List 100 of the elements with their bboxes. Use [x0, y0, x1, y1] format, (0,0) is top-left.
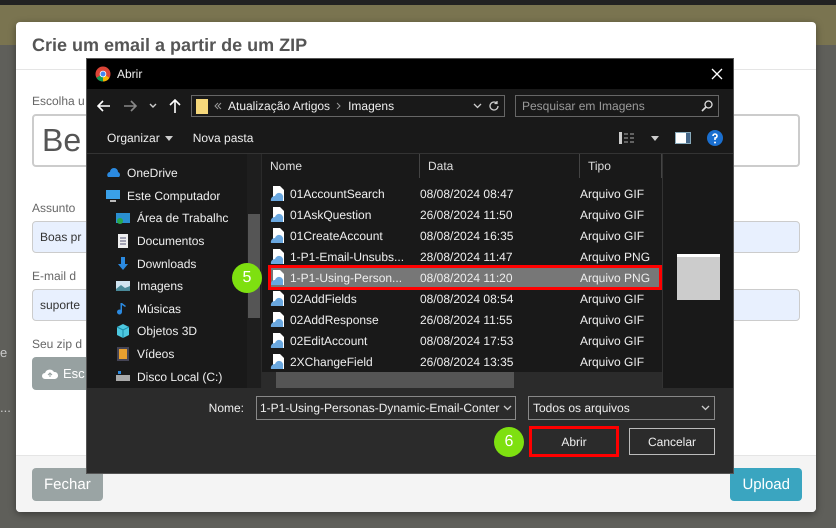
file-name: 01AskQuestion [290, 208, 372, 222]
file-date: 08/08/2024 17:53 [420, 334, 514, 348]
refresh-icon[interactable] [488, 100, 500, 112]
back-button[interactable] [95, 98, 113, 114]
browser-icon [95, 66, 111, 82]
chevron-down-icon [149, 103, 157, 109]
field-label: E-mail d [32, 269, 76, 283]
file-row[interactable]: 02EditAccount 08/08/2024 17:53 Arquivo GIF [270, 330, 660, 351]
file-date: 08/08/2024 16:35 [420, 228, 514, 242]
file-date: 28/08/2024 11:47 [420, 250, 514, 264]
downloads-icon [115, 256, 131, 272]
close-icon [711, 68, 723, 80]
folder-icon [196, 98, 208, 114]
up-arrow-icon [169, 99, 181, 113]
search-icon [701, 100, 713, 112]
back-arrow-icon [97, 100, 111, 112]
filename-label: Nome: [208, 401, 244, 415]
caret-icon [164, 136, 173, 140]
file-row[interactable]: 01AskQuestion 26/08/2024 11:50 Arquivo GIF [270, 204, 660, 225]
breadcrumb-item[interactable]: Imagens [348, 99, 394, 113]
nav-item[interactable]: OneDrive [105, 162, 178, 185]
file-name: 2XChangeField [290, 354, 373, 368]
file-type: Arquivo GIF [580, 208, 644, 222]
file-type: Arquivo PNG [580, 270, 650, 284]
desktop-icon [115, 210, 131, 226]
preview-pane-icon[interactable] [675, 132, 691, 144]
column-header[interactable]: Data [420, 154, 580, 178]
column-header[interactable]: Tipo [580, 154, 662, 178]
file-type: Arquivo GIF [580, 186, 644, 200]
field-label: Assunto [32, 201, 76, 215]
nav-item[interactable]: Área de Trabalhc [105, 207, 228, 230]
videos-icon [115, 346, 131, 362]
page-text: e [0, 345, 8, 360]
nav-item[interactable]: Objetos 3D [105, 320, 198, 343]
file-date: 26/08/2024 13:35 [420, 354, 514, 368]
image-file-icon [270, 248, 286, 265]
file-row[interactable]: 01CreateAccount 08/08/2024 16:35 Arquivo GIF [270, 225, 660, 246]
breadcrumb-item[interactable]: Atualização Artigos [228, 99, 330, 113]
file-type-dropdown[interactable]: Todos os arquivos [528, 396, 715, 420]
address-bar[interactable]: Atualização Artigos Imagens [191, 95, 505, 117]
step-badge: 6 [494, 426, 524, 456]
file-row[interactable]: 02AddResponse 26/08/2024 11:55 Arquivo GIF [270, 309, 660, 330]
up-button[interactable] [167, 97, 183, 115]
nav-item[interactable]: Imagens [105, 274, 184, 298]
file-date: 08/08/2024 08:47 [420, 186, 514, 200]
image-file-icon [270, 227, 286, 244]
cancel-button[interactable]: Cancelar [629, 428, 715, 455]
close-button[interactable] [709, 66, 725, 82]
file-type: Arquivo GIF [580, 292, 644, 306]
forward-arrow-icon [123, 100, 137, 112]
computer-icon [105, 188, 121, 204]
file-name: 02AddResponse [290, 312, 379, 326]
search-field[interactable]: Pesquisar em Imagens [515, 95, 719, 117]
filename-field[interactable]: 1-P1-Using-Personas-Dynamic-Email-Conter [256, 396, 516, 420]
file-date: 08/08/2024 08:54 [420, 292, 514, 306]
image-file-icon [270, 311, 286, 328]
file-date: 26/08/2024 11:50 [420, 208, 514, 222]
image-preview [676, 254, 720, 300]
breadcrumb-separator-icon [336, 102, 342, 110]
nav-item[interactable]: Músicas [105, 298, 182, 320]
file-name: 01CreateAccount [290, 228, 383, 242]
file-type: Arquivo GIF [580, 312, 644, 326]
file-type: Arquivo GIF [580, 334, 644, 348]
step-badge: 5 [232, 262, 262, 292]
file-date: 08/08/2024 11:20 [420, 270, 514, 284]
field-label: Escolha u [32, 94, 85, 108]
nav-item[interactable]: Este Computador [105, 184, 220, 208]
file-type: Arquivo GIF [580, 228, 644, 242]
image-file-icon [270, 206, 286, 223]
file-name: 1-P1-Using-Person... [290, 270, 402, 284]
file-row[interactable]: 01AccountSearch 08/08/2024 08:47 Arquivo GIF [270, 183, 660, 204]
nav-item[interactable]: Vídeos [105, 342, 174, 366]
cloud-upload-icon [42, 368, 58, 380]
nav-item[interactable]: Disco Local (C:) [105, 365, 222, 388]
organize-menu[interactable]: Organizar [105, 129, 175, 147]
column-header[interactable]: Nome [262, 154, 420, 178]
horizontal-scrollbar[interactable] [262, 372, 662, 388]
nav-item[interactable]: Downloads [105, 252, 196, 275]
forward-button[interactable] [121, 98, 139, 114]
image-file-icon [270, 269, 286, 286]
nav-item[interactable]: Documentos [105, 230, 204, 252]
view-options-icon[interactable] [619, 132, 635, 144]
image-file-icon [270, 290, 286, 307]
file-type: Arquivo PNG [580, 250, 650, 264]
page-text: ... [0, 400, 12, 415]
new-folder-button[interactable]: Nova pasta [190, 129, 256, 147]
caret-icon[interactable] [651, 136, 659, 140]
file-name: 01AccountSearch [290, 186, 385, 200]
file-name: 1-P1-Email-Unsubs... [290, 250, 404, 264]
chevron-down-icon [503, 405, 512, 411]
file-date: 26/08/2024 11:55 [420, 312, 514, 326]
chevron-down-icon [701, 405, 710, 411]
file-type: Arquivo GIF [580, 354, 644, 368]
help-icon[interactable] [707, 130, 723, 146]
image-file-icon [270, 332, 286, 349]
dialog-title: Abrir [117, 67, 144, 81]
field-label: Seu zip d [32, 337, 82, 351]
overflow-chevron-icon [214, 102, 222, 110]
file-name: 02EditAccount [290, 334, 368, 348]
file-row[interactable]: 2XChangeField 26/08/2024 13:35 Arquivo GIF [270, 351, 660, 372]
